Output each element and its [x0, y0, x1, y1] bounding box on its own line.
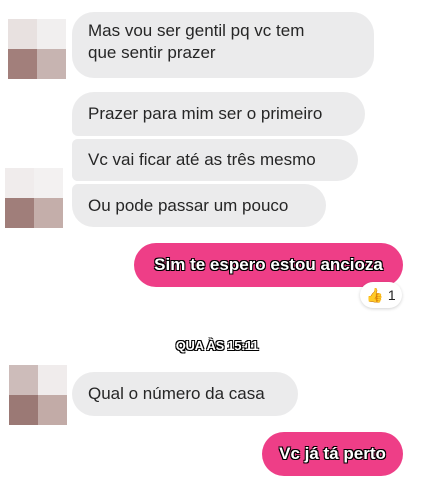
- outgoing-message[interactable]: Vc já tá perto: [262, 432, 403, 476]
- incoming-message[interactable]: Ou pode passar um pouco: [72, 184, 326, 227]
- thumbs-up-icon: 👍: [366, 286, 384, 303]
- message-text: Vc já tá perto: [279, 444, 386, 463]
- incoming-message[interactable]: Mas vou ser gentil pq vc tem que sentir …: [72, 12, 374, 78]
- reaction-count: 1: [387, 287, 396, 303]
- contact-avatar[interactable]: [5, 168, 63, 228]
- message-text: Ou pode passar um pouco: [88, 195, 289, 215]
- timestamp: QUA ÀS 15:11: [175, 338, 259, 353]
- contact-avatar[interactable]: [8, 19, 66, 79]
- outgoing-message[interactable]: Sim te espero estou ancioza: [134, 243, 403, 287]
- incoming-message[interactable]: Vc vai ficar até as três mesmo: [72, 139, 358, 181]
- incoming-message[interactable]: Qual o número da casa: [72, 372, 298, 416]
- incoming-message[interactable]: Prazer para mim ser o primeiro: [72, 92, 365, 136]
- message-text-line: que sentir prazer: [88, 43, 216, 62]
- message-text: Vc vai ficar até as três mesmo: [88, 150, 316, 169]
- message-text: Prazer para mim ser o primeiro: [88, 104, 323, 123]
- message-text: Qual o número da casa: [88, 384, 265, 403]
- message-text-line: Mas vou ser gentil pq vc tem: [88, 21, 305, 40]
- contact-avatar[interactable]: [9, 365, 67, 425]
- reaction-badge[interactable]: 👍 1: [360, 282, 402, 308]
- message-text: Sim te espero estou ancioza: [154, 255, 383, 274]
